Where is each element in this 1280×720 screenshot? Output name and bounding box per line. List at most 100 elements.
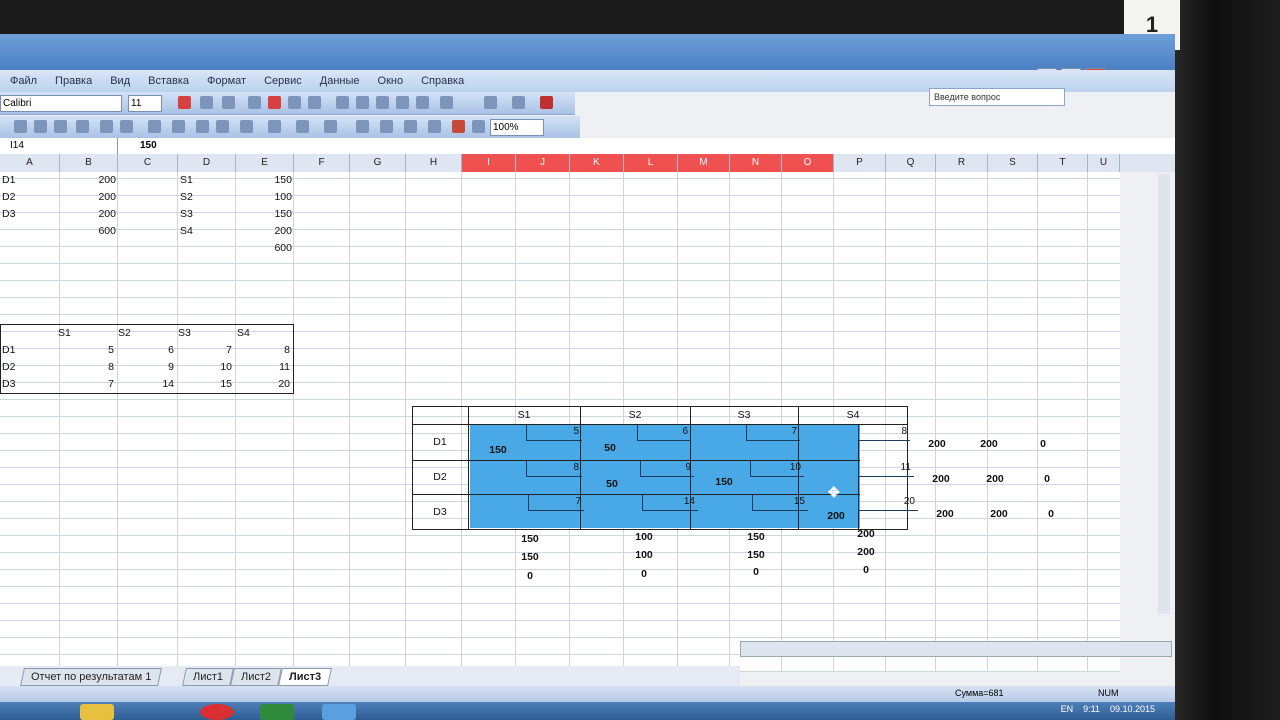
supply-check-d2-a[interactable]: 200 [916, 471, 966, 488]
undo-icon[interactable] [296, 120, 309, 133]
supply-check-d1-b[interactable]: 200 [964, 436, 1014, 453]
supply-value-d1[interactable]: 200 [60, 172, 116, 189]
cost-header-s3[interactable]: S3 [178, 325, 191, 342]
alloc-d3-s4[interactable]: 200 [808, 508, 864, 525]
align-center-icon[interactable] [268, 96, 281, 109]
percent-icon[interactable] [356, 96, 369, 109]
increase-decimal-icon[interactable] [396, 96, 409, 109]
underline-icon[interactable] [222, 96, 235, 109]
horizontal-scrollbar[interactable] [740, 641, 1172, 657]
menu-view[interactable]: Вид [110, 75, 130, 87]
supply-check-d3-b[interactable]: 200 [974, 506, 1024, 523]
cost-d1-s3[interactable]: 7 [178, 342, 232, 359]
zoom-select[interactable]: 100% [490, 119, 544, 136]
col-header-a[interactable]: A [0, 154, 60, 172]
tab-sheet3[interactable]: Лист3 [278, 668, 333, 686]
menu-format[interactable]: Формат [207, 75, 246, 87]
demand-check-s3-c[interactable]: 0 [698, 564, 814, 581]
transport-row-d1[interactable]: D1 [412, 434, 468, 451]
print-icon[interactable] [100, 120, 113, 133]
tab-report[interactable]: Отчет по результатам 1 [20, 668, 163, 686]
col-header-k[interactable]: K [570, 154, 624, 172]
col-header-q[interactable]: Q [886, 154, 936, 172]
cost-d2-s1[interactable]: 8 [60, 359, 114, 376]
col-header-u[interactable]: U [1088, 154, 1120, 172]
cost-d3-s2[interactable]: 14 [118, 376, 174, 393]
supply-check-d1-a[interactable]: 200 [912, 436, 962, 453]
demand-label-s1[interactable]: S1 [180, 172, 193, 189]
supply-value-d3[interactable]: 200 [60, 206, 116, 223]
borders-icon[interactable] [484, 96, 497, 109]
demand-label-s3[interactable]: S3 [180, 206, 193, 223]
language-indicator[interactable]: EN [1061, 704, 1074, 714]
paste-icon[interactable] [240, 120, 253, 133]
col-header-f[interactable]: F [294, 154, 350, 172]
merge-icon[interactable] [308, 96, 321, 109]
tab-sheet1[interactable]: Лист1 [182, 668, 234, 686]
col-header-g[interactable]: G [350, 154, 406, 172]
demand-label-s4[interactable]: S4 [180, 223, 193, 240]
cost-d2-s2[interactable]: 9 [118, 359, 174, 376]
font-size-select[interactable]: 11 [128, 95, 162, 112]
format-painter-icon[interactable] [268, 120, 281, 133]
supply-total[interactable]: 600 [60, 223, 116, 240]
alloc-d1-s1[interactable]: 150 [470, 442, 526, 459]
align-left-icon[interactable] [248, 96, 261, 109]
supply-check-d2-b[interactable]: 200 [970, 471, 1020, 488]
cost-header-s1[interactable]: S1 [58, 325, 71, 342]
demand-check-s2-a[interactable]: 100 [586, 529, 702, 546]
autosum-icon[interactable] [380, 120, 393, 133]
menu-tools[interactable]: Сервис [264, 75, 302, 87]
demand-check-s4-c[interactable]: 0 [808, 562, 924, 579]
col-header-r[interactable]: R [936, 154, 988, 172]
demand-check-s3-b[interactable]: 150 [698, 547, 814, 564]
taskbar-excel-icon[interactable] [260, 704, 294, 720]
cost-row-label-d3[interactable]: D3 [2, 376, 15, 393]
supply-check-d3-c[interactable]: 0 [1026, 506, 1076, 523]
transport-row-d2[interactable]: D2 [412, 469, 468, 486]
cut-icon[interactable] [196, 120, 209, 133]
cost-d1-s4[interactable]: 8 [236, 342, 290, 359]
permission-icon[interactable] [54, 120, 67, 133]
cost-row-label-d1[interactable]: D1 [2, 342, 15, 359]
demand-label-s2[interactable]: S2 [180, 189, 193, 206]
col-header-s[interactable]: S [988, 154, 1038, 172]
col-header-b[interactable]: B [60, 154, 118, 172]
cost-d3-s4[interactable]: 20 [236, 376, 290, 393]
currency-icon[interactable] [336, 96, 349, 109]
demand-value-s4[interactable]: 200 [236, 223, 292, 240]
font-color-icon[interactable] [540, 96, 553, 109]
cost-d1-s1[interactable]: 5 [60, 342, 114, 359]
transport-row-d3[interactable]: D3 [412, 504, 468, 521]
vertical-scrollbar[interactable] [1158, 174, 1170, 614]
col-header-h[interactable]: H [406, 154, 462, 172]
menu-edit[interactable]: Правка [55, 75, 92, 87]
clock-time[interactable]: 9:11 [1083, 704, 1100, 714]
demand-check-s3-a[interactable]: 150 [698, 529, 814, 546]
save-icon[interactable] [34, 120, 47, 133]
cost-d2-s3[interactable]: 10 [178, 359, 232, 376]
demand-check-s1-b[interactable]: 150 [472, 549, 588, 566]
menu-data[interactable]: Данные [320, 75, 360, 87]
alloc-d2-s2[interactable]: 50 [584, 476, 640, 493]
supply-label-d3[interactable]: D3 [2, 206, 15, 223]
col-header-j[interactable]: J [516, 154, 570, 172]
question-input[interactable]: Введите вопрос [929, 88, 1065, 106]
transport-header-s2[interactable]: S2 [580, 407, 690, 424]
supply-label-d1[interactable]: D1 [2, 172, 15, 189]
col-header-p[interactable]: P [834, 154, 886, 172]
transport-header-s4[interactable]: S4 [798, 407, 908, 424]
supply-check-d2-c[interactable]: 0 [1022, 471, 1072, 488]
demand-check-s4-b[interactable]: 200 [808, 544, 924, 561]
drawing-icon[interactable] [472, 120, 485, 133]
cost-d2-s4[interactable]: 11 [236, 359, 290, 376]
worksheet-grid[interactable]: D1 D2 D3 200 200 200 600 S1 S2 S3 S4 150… [0, 172, 1120, 672]
spelling-icon[interactable] [148, 120, 161, 133]
supply-value-d2[interactable]: 200 [60, 189, 116, 206]
decrease-decimal-icon[interactable] [416, 96, 429, 109]
tab-sheet2[interactable]: Лист2 [230, 668, 282, 686]
col-header-i[interactable]: I [462, 154, 516, 172]
formula-input[interactable]: 150 [140, 138, 157, 154]
fill-color-icon[interactable] [512, 96, 525, 109]
hyperlink-icon[interactable] [356, 120, 369, 133]
